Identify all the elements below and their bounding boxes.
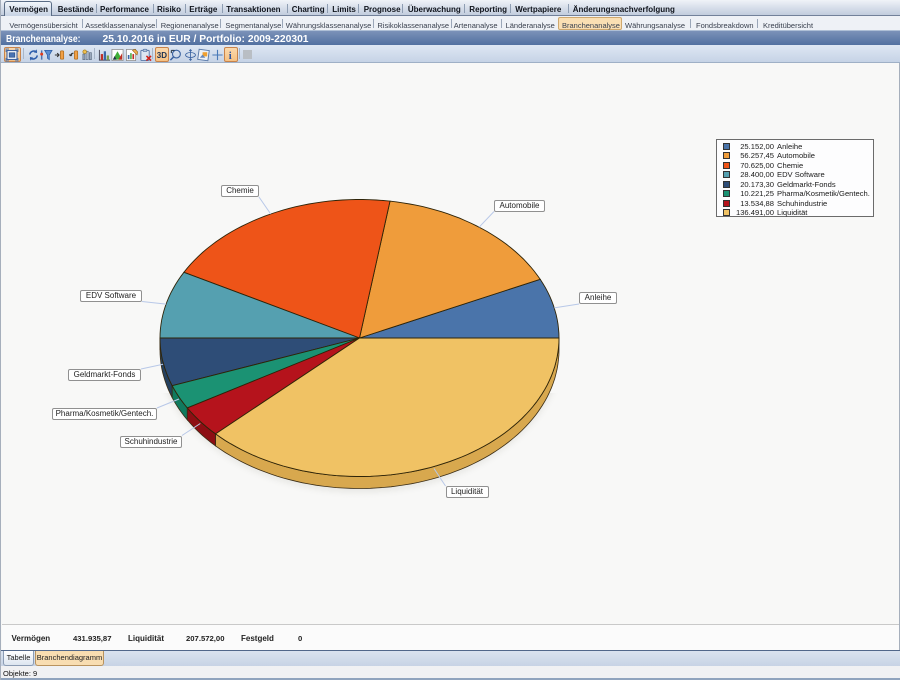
svg-text:3D: 3D bbox=[156, 51, 166, 60]
svg-text:i: i bbox=[229, 50, 232, 62]
